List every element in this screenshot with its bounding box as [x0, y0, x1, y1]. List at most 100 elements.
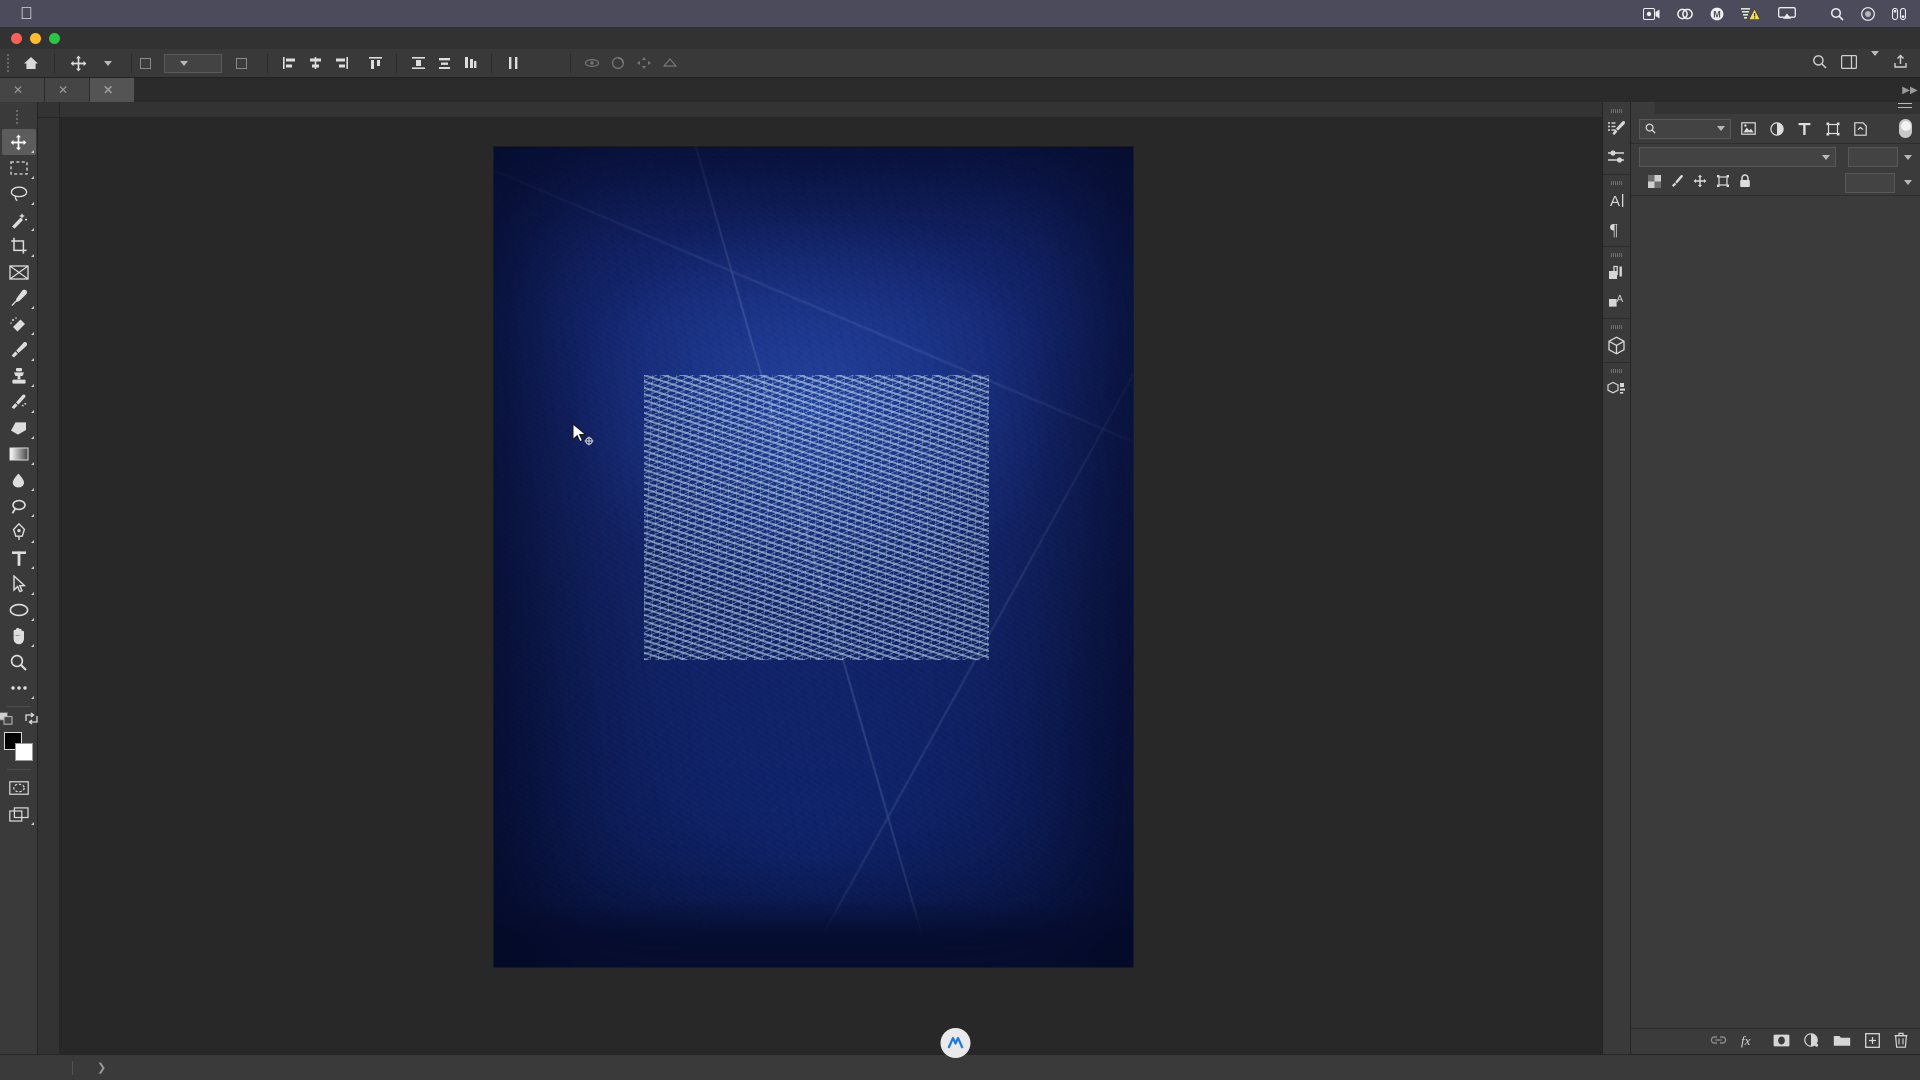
- search-icon[interactable]: [1812, 54, 1827, 72]
- mail-m-icon[interactable]: M: [1710, 7, 1724, 21]
- align-top-edges-button[interactable]: [362, 52, 388, 74]
- rail-grip[interactable]: [1610, 325, 1623, 330]
- lock-transparent-pixels-icon[interactable]: [1648, 174, 1661, 191]
- blur-tool[interactable]: [2, 467, 36, 493]
- move-tool-icon[interactable]: [63, 50, 93, 76]
- apple-icon[interactable]: : [20, 5, 33, 22]
- tools-panel-grip[interactable]: [13, 108, 23, 126]
- filter-enable-toggle[interactable]: [1899, 119, 1912, 138]
- layer-style-fx-icon[interactable]: fx: [1741, 1033, 1759, 1051]
- tab-overflow-icon[interactable]: ▶▶: [1900, 78, 1920, 102]
- shape-filter-icon[interactable]: [1822, 119, 1843, 139]
- pixel-filter-icon[interactable]: [1738, 119, 1759, 139]
- document-tab-1[interactable]: ✕: [45, 78, 91, 102]
- 3d-materials-icon[interactable]: [1603, 375, 1631, 403]
- swap-colors-icon[interactable]: [25, 712, 38, 728]
- fill-input[interactable]: [1845, 172, 1895, 193]
- rectangular-marquee-tool[interactable]: [2, 155, 36, 181]
- home-icon[interactable]: [16, 50, 46, 76]
- distribute-bottom-button[interactable]: [457, 52, 483, 74]
- quick-selection-tool[interactable]: [2, 207, 36, 233]
- creative-cloud-icon[interactable]: [1677, 7, 1693, 21]
- horizontal-type-tool[interactable]: [2, 545, 36, 571]
- opacity-input[interactable]: [1848, 147, 1898, 167]
- blend-mode-dropdown[interactable]: [1639, 147, 1836, 167]
- brush-presets-icon[interactable]: [1603, 143, 1631, 171]
- lock-all-icon[interactable]: [1739, 174, 1751, 191]
- rail-grip[interactable]: [1610, 253, 1623, 258]
- document-canvas[interactable]: [494, 147, 1133, 967]
- add-layer-mask-icon[interactable]: [1773, 1034, 1790, 1050]
- chevron-right-icon[interactable]: ❯: [97, 1061, 106, 1074]
- close-tab-icon[interactable]: ✕: [13, 83, 23, 97]
- new-group-icon[interactable]: [1833, 1034, 1851, 1050]
- maximize-window-button[interactable]: [49, 32, 60, 44]
- close-tab-icon[interactable]: ✕: [103, 83, 113, 97]
- control-center-icon[interactable]: [1892, 7, 1906, 20]
- distribute-top-button[interactable]: [405, 52, 431, 74]
- options-bar-grip[interactable]: [4, 54, 14, 72]
- quick-mask-mode-button[interactable]: [2, 775, 36, 801]
- color-swatches[interactable]: [2, 730, 36, 764]
- align-left-edges-button[interactable]: [276, 52, 302, 74]
- link-layers-icon[interactable]: [1710, 1034, 1727, 1049]
- lock-position-icon[interactable]: [1693, 174, 1707, 191]
- adjustment-filter-icon[interactable]: [1766, 119, 1787, 139]
- equalizer-warning-icon[interactable]: [1741, 7, 1761, 21]
- paragraph-panel-icon[interactable]: ¶: [1603, 215, 1631, 243]
- horizontal-ruler[interactable]: [60, 102, 1630, 118]
- fill-chevron-down-icon[interactable]: [1904, 180, 1912, 185]
- window-traffic-lights[interactable]: [0, 32, 60, 44]
- workspace-icon[interactable]: [1841, 54, 1858, 72]
- share-icon[interactable]: [1893, 54, 1908, 72]
- spotlight-icon[interactable]: [1830, 7, 1844, 21]
- brush-tool[interactable]: [2, 337, 36, 363]
- path-selection-tool[interactable]: [2, 571, 36, 597]
- opacity-chevron-down-icon[interactable]: [1904, 154, 1912, 160]
- align-horizontal-centers-button[interactable]: [302, 52, 328, 74]
- brush-settings-icon[interactable]: [1603, 115, 1631, 143]
- screen-record-icon[interactable]: [1643, 7, 1660, 20]
- rail-grip[interactable]: [1610, 181, 1623, 186]
- edit-toolbar-tool[interactable]: [2, 675, 36, 701]
- document-tab-0[interactable]: ✕: [0, 78, 46, 102]
- smart-object-filter-icon[interactable]: [1850, 119, 1871, 139]
- show-transform-controls-checkbox[interactable]: [236, 57, 247, 69]
- tool-preset-chevron-icon[interactable]: [93, 50, 123, 76]
- dodge-tool[interactable]: [2, 493, 36, 519]
- history-brush-tool[interactable]: [2, 389, 36, 415]
- distribute-spacing-button[interactable]: [500, 52, 526, 74]
- filter-kind-dropdown[interactable]: [1639, 118, 1731, 139]
- eyedropper-tool[interactable]: [2, 285, 36, 311]
- ruler-origin-corner[interactable]: [38, 102, 60, 118]
- canvas-area[interactable]: [60, 118, 1630, 1054]
- align-right-edges-button[interactable]: [328, 52, 354, 74]
- rail-grip[interactable]: [1610, 369, 1623, 374]
- auto-select-checkbox[interactable]: [140, 57, 151, 69]
- character-styles-icon[interactable]: A: [1603, 287, 1631, 315]
- delete-layer-icon[interactable]: [1894, 1032, 1908, 1051]
- layers-list[interactable]: [1631, 196, 1920, 1028]
- frame-tool[interactable]: [2, 259, 36, 285]
- move-tool[interactable]: [1, 129, 36, 155]
- spot-healing-brush-tool[interactable]: [2, 311, 36, 337]
- ellipse-tool[interactable]: [2, 597, 36, 623]
- lasso-tool[interactable]: [2, 181, 36, 207]
- airplay-icon[interactable]: [1778, 7, 1796, 20]
- eraser-tool[interactable]: [2, 415, 36, 441]
- 3d-panel-icon[interactable]: [1603, 331, 1631, 359]
- lock-artboard-icon[interactable]: [1716, 174, 1730, 191]
- hand-tool[interactable]: [2, 623, 36, 649]
- clone-stamp-tool[interactable]: [2, 363, 36, 389]
- pen-tool[interactable]: [2, 519, 36, 545]
- distribute-vertical-centers-button[interactable]: [431, 52, 457, 74]
- screen-mode-button[interactable]: [2, 801, 36, 827]
- background-color-swatch[interactable]: [14, 743, 33, 761]
- new-layer-icon[interactable]: [1865, 1032, 1880, 1051]
- new-adjustment-layer-icon[interactable]: [1804, 1032, 1819, 1051]
- auto-select-target-dropdown[interactable]: [164, 53, 222, 73]
- siri-icon[interactable]: [1861, 6, 1875, 21]
- vertical-ruler[interactable]: [38, 118, 60, 1054]
- close-window-button[interactable]: [11, 32, 22, 44]
- minimize-window-button[interactable]: [30, 32, 41, 44]
